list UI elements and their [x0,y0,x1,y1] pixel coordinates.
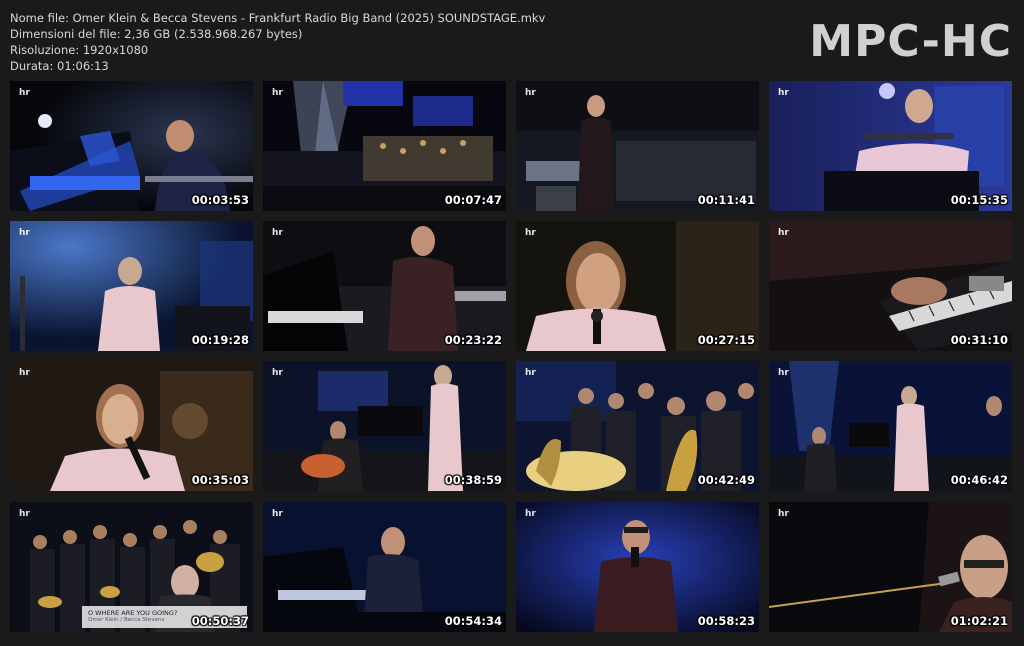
network-logo: hr [19,88,30,98]
thumbnail-16-image [769,502,1012,632]
thumbnail-10[interactable]: hr 00:38:59 [263,361,506,491]
network-logo: hr [778,228,789,238]
thumbnail-10-image [263,361,506,491]
thumbnail-6-image [263,221,506,351]
thumbnail-3[interactable]: hr 00:11:41 [516,81,759,211]
thumbnail-8[interactable]: hr 00:31:10 [769,221,1012,351]
network-logo: hr [525,509,536,519]
network-logo: hr [19,509,30,519]
thumbnail-7[interactable]: hr 00:27:15 [516,221,759,351]
file-size-text: Dimensioni del file: 2,36 GB (2.538.968.… [10,27,303,41]
timestamp-label: 00:42:49 [697,473,755,487]
network-logo: hr [778,88,789,98]
thumbnail-2[interactable]: hr 00:07:47 [263,81,506,211]
thumbnail-15[interactable]: hr 00:58:23 [516,502,759,632]
network-logo: hr [272,368,283,378]
thumbnail-9-image [10,361,253,491]
timestamp-label: 00:46:42 [950,473,1008,487]
timestamp-label: 00:15:35 [950,193,1008,207]
thumbnail-5[interactable]: hr 00:19:28 [10,221,253,351]
network-logo: hr [525,368,536,378]
thumbnail-12-image [769,361,1012,491]
thumbnail-8-image [769,221,1012,351]
mpc-hc-logo: MPC-HC [809,16,1012,67]
thumbnail-2-image [263,81,506,211]
thumbnail-5-image [10,221,253,351]
resolution-text: Risoluzione: 1920x1080 [10,43,149,57]
thumbnail-12[interactable]: hr 00:46:42 [769,361,1012,491]
timestamp-label: 00:19:28 [191,333,249,347]
timestamp-label: 00:27:15 [697,333,755,347]
file-info-panel: Nome file: Omer Klein & Becca Stevens - … [10,10,545,74]
network-logo: hr [272,228,283,238]
thumbnail-4-image [769,81,1012,211]
timestamp-label: 00:38:59 [444,473,502,487]
thumbnail-14-image [263,502,506,632]
timestamp-label: 00:58:23 [697,614,755,628]
thumbnail-6[interactable]: hr 00:23:22 [263,221,506,351]
thumbnail-4[interactable]: hr 00:15:35 [769,81,1012,211]
timestamp-label: 00:23:22 [444,333,502,347]
timestamp-label: 00:54:34 [444,614,502,628]
thumbnail-9[interactable]: hr 00:35:03 [10,361,253,491]
network-logo: hr [778,368,789,378]
thumbnail-14[interactable]: hr 00:54:34 [263,502,506,632]
thumbnail-3-image [516,81,759,211]
duration-text: Durata: 01:06:13 [10,59,109,73]
thumbnail-11[interactable]: hr 00:42:49 [516,361,759,491]
thumbnail-15-image [516,502,759,632]
network-logo: hr [19,228,30,238]
timestamp-label: 00:31:10 [950,333,1008,347]
timestamp-label: 01:02:21 [950,614,1008,628]
file-name-text: Nome file: Omer Klein & Becca Stevens - … [10,11,546,25]
timestamp-label: 00:11:41 [697,193,755,207]
network-logo: hr [272,88,283,98]
timestamp-label: 00:07:47 [444,193,502,207]
thumbnail-11-image [516,361,759,491]
timestamp-label: 00:35:03 [191,473,249,487]
timestamp-label: 00:03:53 [191,193,249,207]
timestamp-label: 00:50:37 [191,614,249,628]
network-logo: hr [778,509,789,519]
network-logo: hr [272,509,283,519]
network-logo: hr [525,88,536,98]
thumbnail-1[interactable]: hr 00:03:53 [10,81,253,211]
thumbnail-16[interactable]: hr 01:02:21 [769,502,1012,632]
thumbnail-1-image [10,81,253,211]
thumbnail-13[interactable]: O WHERE ARE YOU GOING? Omer Klein / Becc… [10,502,253,632]
network-logo: hr [19,368,30,378]
thumbnail-7-image [516,221,759,351]
network-logo: hr [525,228,536,238]
